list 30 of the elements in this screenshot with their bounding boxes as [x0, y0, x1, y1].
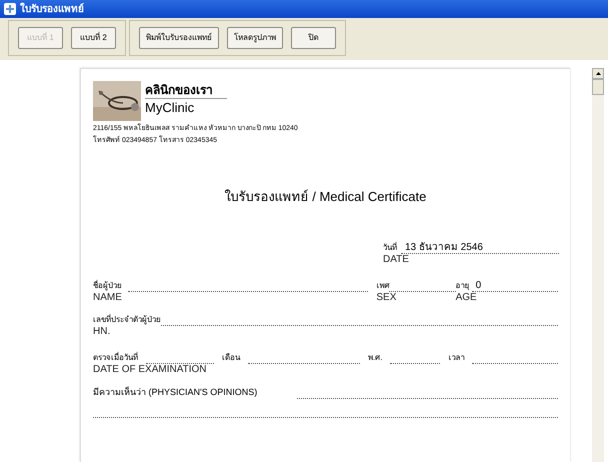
field-label: พ.ศ.: [368, 352, 382, 364]
english-label: AGE: [456, 292, 478, 304]
document-title: ใบรับรองแพทย์ / Medical Certificate: [224, 188, 426, 206]
scroll-up-button[interactable]: [592, 68, 604, 79]
english-label: DATE OF EXAMINATION: [93, 364, 208, 376]
field-label: วันที่: [383, 242, 397, 254]
english-label: SEX: [376, 292, 398, 304]
fill-in-line: 13 ธันวาคม 2546: [401, 242, 559, 254]
clinic-name-english: MyClinic: [145, 99, 196, 117]
field-label: เพศ: [376, 280, 390, 292]
clinic-name: คลินิกของเรา: [145, 82, 227, 99]
english-label: DATE: [383, 254, 410, 266]
field-label: มีความเห็นว่า (PHYSICIAN'S OPINIONS): [93, 386, 258, 399]
window-title: ใบรับรองแพทย์: [20, 2, 84, 16]
field-label: อายุ: [456, 280, 470, 292]
field-label: เวลา: [448, 352, 464, 364]
toolbar-button[interactable]: โหลดรูปภาพ: [227, 27, 283, 49]
field-label: เลขที่ประจำตัวผู้ป่วย: [93, 314, 161, 326]
field-label: เดือน: [222, 352, 240, 364]
scroll-thumb[interactable]: [592, 79, 604, 95]
field-label: ตรวจเมื่อวันที่: [93, 352, 138, 364]
toolbar-button[interactable]: ปิด: [291, 27, 336, 49]
arrow-up-icon: [596, 72, 600, 75]
cross-icon: [4, 3, 16, 15]
field-label: ชื่อผู้ป่วย: [93, 280, 122, 292]
english-label: HN.: [93, 326, 112, 338]
english-label: NAME: [93, 292, 123, 304]
toolbar-button[interactable]: แบบที่ 2: [71, 27, 116, 49]
fill-in-line: 0: [472, 280, 558, 292]
toolbar-button[interactable]: พิมพ์ใบรับรองแพทย์: [139, 27, 219, 49]
